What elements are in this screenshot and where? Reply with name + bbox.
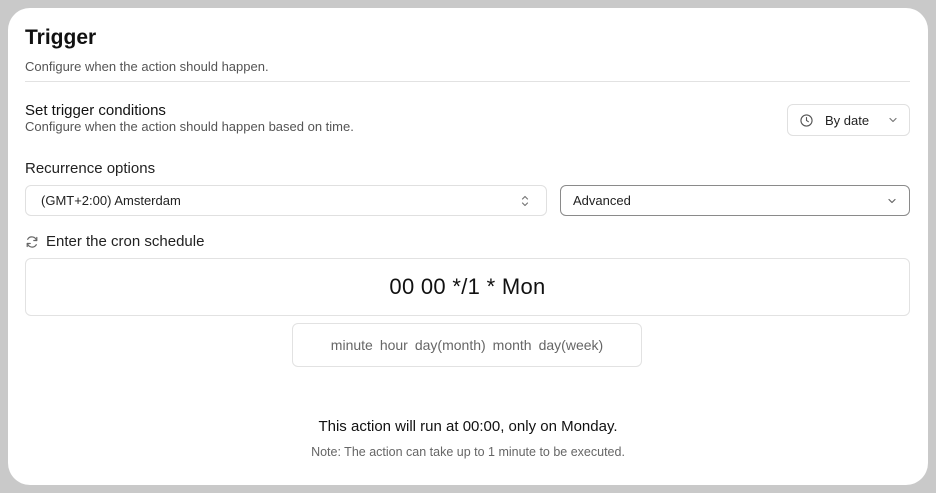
cron-field-legend: minute hour day(month) month day(week) [292, 323, 642, 367]
schedule-summary: This action will run at 00:00, only on M… [318, 418, 618, 435]
recurrence-mode-value: Advanced [573, 193, 631, 208]
clock-icon [800, 113, 813, 127]
recurrence-label: Recurrence options [25, 160, 156, 177]
chevron-up-down-icon [520, 194, 530, 208]
timezone-value: (GMT+2:00) Amsterdam [41, 193, 181, 208]
refresh-icon [25, 235, 39, 249]
page-title: Trigger [25, 26, 97, 49]
cron-field-hour: hour [379, 337, 408, 353]
trigger-card: Trigger Configure when the action should… [8, 8, 928, 485]
chevron-down-icon [888, 115, 898, 125]
schedule-note: Note: The action can take up to 1 minute… [311, 445, 625, 459]
cron-field-month: month [492, 337, 532, 353]
cron-field-day-week: day(week) [538, 337, 604, 353]
timezone-select[interactable]: (GMT+2:00) Amsterdam [25, 185, 547, 216]
conditions-subtitle: Configure when the action should happen … [25, 119, 354, 134]
cron-expression-input[interactable]: 00 00 */1 * Mon [25, 258, 910, 316]
conditions-title: Set trigger conditions [25, 102, 166, 119]
chevron-down-icon [887, 196, 897, 206]
cron-field-minute: minute [330, 337, 373, 353]
by-date-dropdown[interactable]: By date [787, 104, 910, 136]
header-divider [25, 81, 910, 82]
cron-field-day-month: day(month) [414, 337, 486, 353]
recurrence-mode-select[interactable]: Advanced [560, 185, 910, 216]
page-subtitle: Configure when the action should happen. [25, 59, 269, 74]
cron-expression-value: 00 00 */1 * Mon [389, 274, 546, 299]
by-date-label: By date [825, 112, 870, 128]
cron-label-row: Enter the cron schedule [25, 233, 204, 250]
cron-label: Enter the cron schedule [46, 233, 205, 250]
